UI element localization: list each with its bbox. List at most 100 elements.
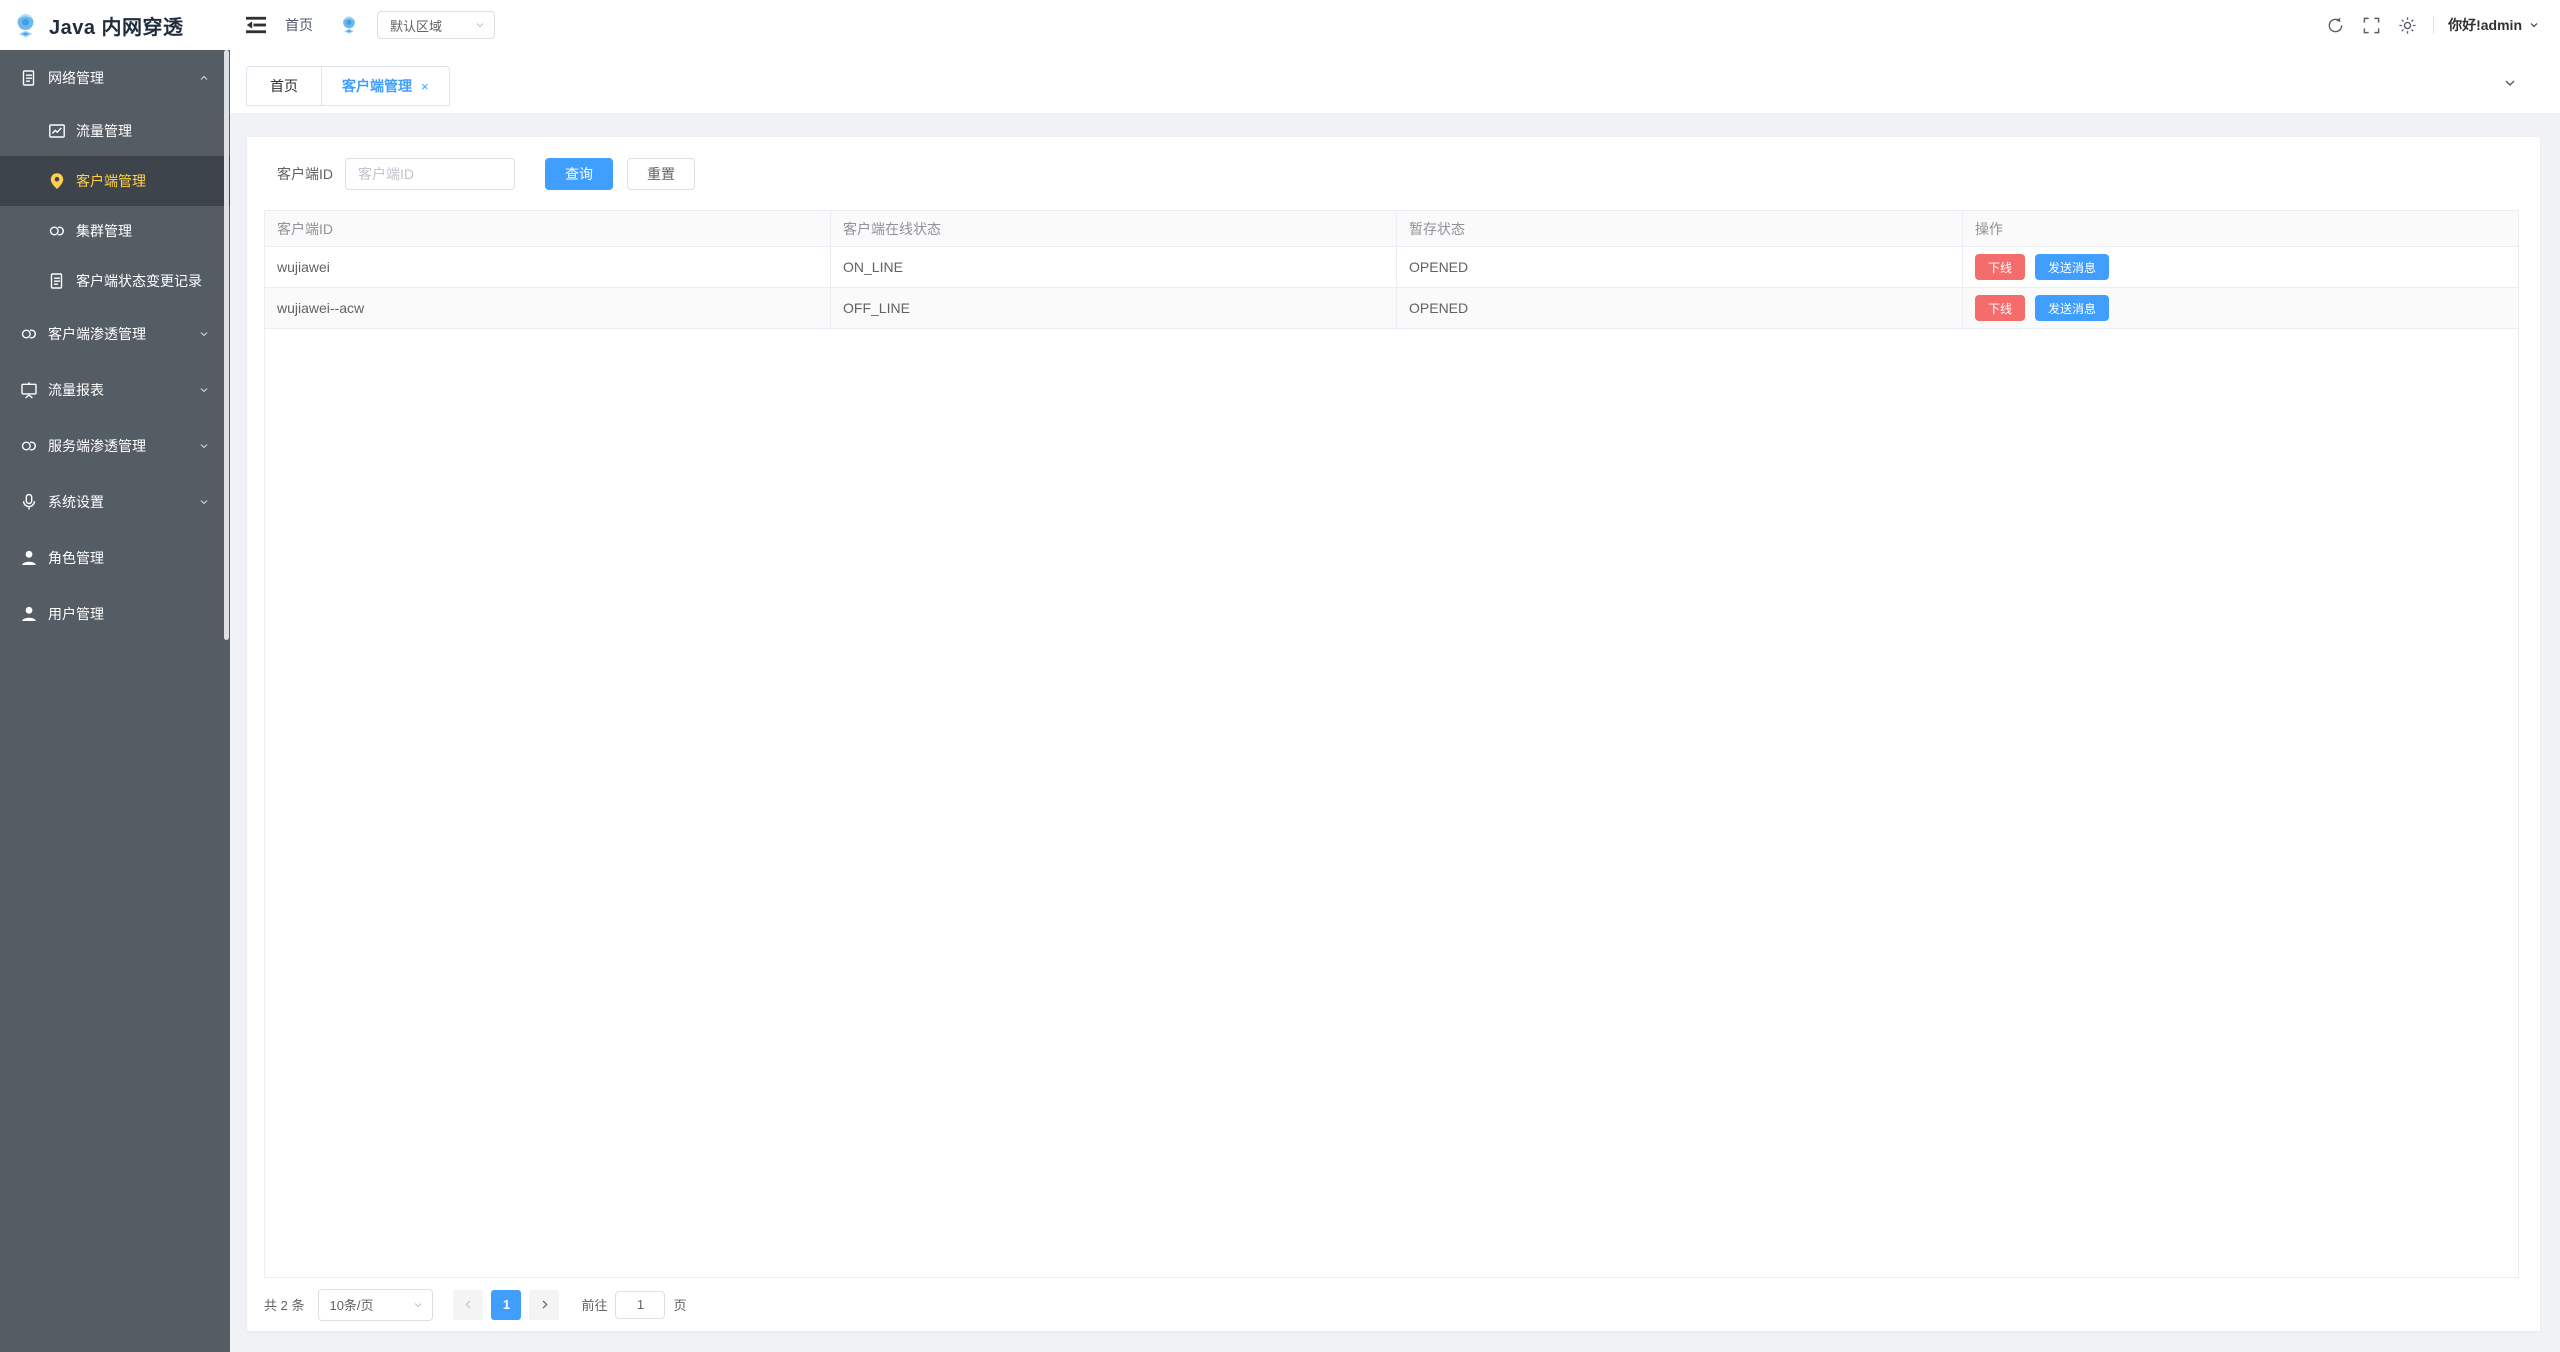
sidebar-item-label: 客户端管理 bbox=[76, 171, 146, 191]
sidebar-item-label: 客户端状态变更记录 bbox=[76, 271, 202, 291]
page-number-button[interactable]: 1 bbox=[491, 1290, 521, 1320]
chevron-right-icon bbox=[538, 1298, 551, 1311]
chevron-down-icon bbox=[198, 496, 210, 508]
offline-button[interactable]: 下线 bbox=[1975, 295, 2025, 321]
goto-page-input[interactable] bbox=[615, 1291, 665, 1319]
cell-actions: 下线 发送消息 bbox=[1963, 288, 2518, 328]
cell-client-id: wujiawei bbox=[265, 247, 831, 287]
divider bbox=[2433, 16, 2434, 34]
table-row: wujiawei--acw OFF_LINE OPENED 下线 发送消息 bbox=[265, 288, 2518, 329]
send-message-button[interactable]: 发送消息 bbox=[2035, 295, 2109, 321]
microphone-icon bbox=[20, 493, 38, 511]
sidebar-item-traffic-mgmt[interactable]: 流量管理 bbox=[0, 106, 230, 156]
link-icon bbox=[20, 325, 38, 343]
sidebar-menu: 网络管理 流量管理 客户端管理 集群管理 客户端状态变更记录 客户端渗透管理 流… bbox=[0, 50, 230, 642]
presentation-board-icon bbox=[20, 381, 38, 399]
theme-icon[interactable] bbox=[2398, 16, 2417, 35]
sidebar-item-network-mgmt[interactable]: 网络管理 bbox=[0, 50, 230, 106]
sidebar-item-client-status-log[interactable]: 客户端状态变更记录 bbox=[0, 256, 230, 306]
sidebar-item-label: 系统设置 bbox=[48, 492, 104, 512]
close-icon[interactable]: × bbox=[421, 79, 429, 94]
column-header-actions: 操作 bbox=[1963, 211, 2518, 246]
tab-bar: 首页 客户端管理 × bbox=[230, 50, 2560, 113]
clients-table: 客户端ID 客户端在线状态 暂存状态 操作 wujiawei ON_LINE O… bbox=[264, 210, 2519, 1278]
top-header: 首页 默认区域 你好!admin bbox=[230, 0, 2560, 50]
column-header-client-id: 客户端ID bbox=[265, 211, 831, 246]
tab-label: 客户端管理 bbox=[342, 76, 412, 96]
user-dropdown[interactable]: 你好!admin bbox=[2448, 15, 2540, 35]
tab-label: 首页 bbox=[270, 76, 298, 96]
query-button[interactable]: 查询 bbox=[545, 158, 613, 190]
cell-online-status: ON_LINE bbox=[831, 247, 1397, 287]
chevron-down-icon bbox=[198, 440, 210, 452]
sidebar-item-traffic-report[interactable]: 流量报表 bbox=[0, 362, 230, 418]
sidebar-item-client-penetration-mgmt[interactable]: 客户端渗透管理 bbox=[0, 306, 230, 362]
sidebar-item-label: 流量报表 bbox=[48, 380, 104, 400]
sidebar-item-role-mgmt[interactable]: 角色管理 bbox=[0, 530, 230, 586]
chevron-down-icon bbox=[474, 19, 486, 31]
fullscreen-icon[interactable] bbox=[2362, 16, 2381, 35]
goto-label: 前往 bbox=[581, 1295, 607, 1314]
chevron-down-icon bbox=[198, 384, 210, 396]
content-card: 客户端ID 查询 重置 客户端ID 客户端在线状态 暂存状态 操作 wujiaw… bbox=[247, 137, 2540, 1331]
sidebar-item-label: 角色管理 bbox=[48, 548, 104, 568]
collapse-sidebar-icon[interactable] bbox=[245, 15, 267, 35]
app-logo-row: Java 内网穿透 bbox=[0, 0, 230, 50]
cell-stash-status: OPENED bbox=[1397, 288, 1963, 328]
link-icon bbox=[20, 437, 38, 455]
sidebar-item-user-mgmt[interactable]: 用户管理 bbox=[0, 586, 230, 642]
user-icon bbox=[20, 549, 38, 567]
offline-button[interactable]: 下线 bbox=[1975, 254, 2025, 280]
cell-online-status: OFF_LINE bbox=[831, 288, 1397, 328]
main-content: 客户端ID 查询 重置 客户端ID 客户端在线状态 暂存状态 操作 wujiaw… bbox=[230, 113, 2560, 1352]
document-icon bbox=[20, 69, 38, 87]
chevron-down-icon bbox=[412, 1299, 424, 1311]
sidebar-item-label: 服务端渗透管理 bbox=[48, 436, 146, 456]
sidebar-item-system-settings[interactable]: 系统设置 bbox=[0, 474, 230, 530]
cell-client-id: wujiawei--acw bbox=[265, 288, 831, 328]
page-size-value: 10条/页 bbox=[329, 1295, 373, 1314]
column-header-online-status: 客户端在线状态 bbox=[831, 211, 1397, 246]
link-icon bbox=[48, 222, 66, 240]
sidebar: Java 内网穿透 网络管理 流量管理 客户端管理 集群管理 客户端状态变更记录… bbox=[0, 0, 230, 1352]
table-row: wujiawei ON_LINE OPENED 下线 发送消息 bbox=[265, 247, 2518, 288]
document-icon bbox=[48, 272, 66, 290]
send-message-button[interactable]: 发送消息 bbox=[2035, 254, 2109, 280]
greeting-text: 你好!admin bbox=[2448, 15, 2522, 35]
user-icon bbox=[20, 605, 38, 623]
chevron-down-icon bbox=[198, 328, 210, 340]
app-logo-icon bbox=[12, 12, 39, 39]
tabs-group: 首页 客户端管理 × bbox=[246, 66, 450, 106]
client-id-input[interactable] bbox=[345, 158, 515, 190]
sidebar-item-label: 集群管理 bbox=[76, 221, 132, 241]
search-form: 客户端ID 查询 重置 bbox=[247, 137, 2540, 210]
chevron-left-icon bbox=[462, 1298, 475, 1311]
chevron-down-icon bbox=[2528, 19, 2540, 31]
pagination: 共 2 条 10条/页 1 前往 页 bbox=[247, 1278, 2540, 1331]
tab-options-chevron-down-icon[interactable] bbox=[2502, 75, 2518, 91]
cell-actions: 下线 发送消息 bbox=[1963, 247, 2518, 287]
region-select[interactable]: 默认区域 bbox=[377, 11, 495, 39]
tab-home[interactable]: 首页 bbox=[247, 67, 321, 105]
prev-page-button[interactable] bbox=[453, 1290, 483, 1320]
client-id-label: 客户端ID bbox=[277, 164, 333, 184]
table-header-row: 客户端ID 客户端在线状态 暂存状态 操作 bbox=[265, 210, 2518, 247]
sidebar-item-server-penetration-mgmt[interactable]: 服务端渗透管理 bbox=[0, 418, 230, 474]
tab-client-mgmt[interactable]: 客户端管理 × bbox=[321, 67, 449, 105]
page-size-select[interactable]: 10条/页 bbox=[318, 1289, 433, 1321]
refresh-icon[interactable] bbox=[2326, 16, 2345, 35]
location-pin-icon bbox=[48, 172, 66, 190]
sidebar-item-client-mgmt[interactable]: 客户端管理 bbox=[0, 156, 230, 206]
next-page-button[interactable] bbox=[529, 1290, 559, 1320]
app-mini-logo-icon[interactable] bbox=[339, 15, 359, 35]
region-select-value: 默认区域 bbox=[390, 16, 442, 35]
reset-button[interactable]: 重置 bbox=[627, 158, 695, 190]
sidebar-item-label: 流量管理 bbox=[76, 121, 132, 141]
table-empty-area bbox=[265, 329, 2518, 1277]
chevron-up-icon bbox=[198, 72, 210, 84]
breadcrumb[interactable]: 首页 bbox=[285, 15, 313, 35]
sidebar-scrollbar-thumb[interactable] bbox=[224, 50, 229, 640]
sidebar-item-cluster-mgmt[interactable]: 集群管理 bbox=[0, 206, 230, 256]
cell-stash-status: OPENED bbox=[1397, 247, 1963, 287]
sidebar-item-label: 用户管理 bbox=[48, 604, 104, 624]
